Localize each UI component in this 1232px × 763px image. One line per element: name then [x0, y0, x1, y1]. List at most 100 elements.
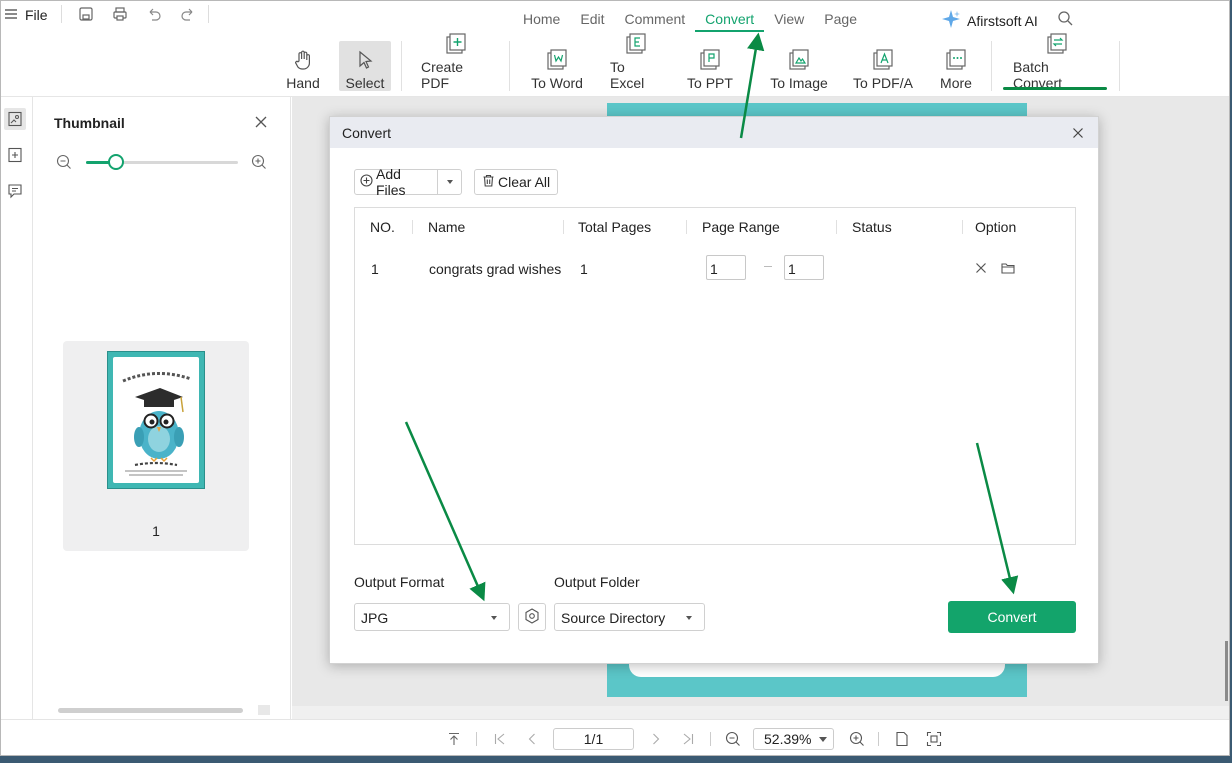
add-files-button[interactable]: Add Files	[354, 166, 462, 198]
to-word-button[interactable]: To Word	[523, 41, 591, 91]
output-format-value: JPG	[361, 610, 389, 626]
ai-assistant-button[interactable]: Afirstsoft AI	[941, 9, 1038, 32]
row-total-pages: 1	[580, 261, 588, 277]
hand-tool-button[interactable]: Hand	[279, 41, 327, 91]
add-files-label: Add Files	[376, 166, 406, 198]
page-range-start-input[interactable]	[706, 255, 746, 280]
bookmark-panel-icon[interactable]	[4, 144, 26, 166]
divider	[476, 732, 477, 746]
to-image-label: To Image	[770, 75, 828, 91]
column-header-status: Status	[852, 219, 892, 235]
to-ppt-button[interactable]: To PPT	[681, 41, 739, 91]
horizontal-scroll-area	[292, 706, 1229, 719]
ai-assistant-label: Afirstsoft AI	[967, 12, 1038, 29]
page-range-end-input[interactable]	[784, 255, 824, 280]
output-format-select[interactable]: JPG	[354, 603, 510, 631]
thumbnail-panel-icon[interactable]	[4, 108, 26, 130]
more-formats-label: More	[940, 75, 972, 91]
zoom-out-icon[interactable]	[56, 154, 72, 173]
create-pdf-button[interactable]: Create PDF	[415, 33, 497, 91]
page-number-input[interactable]: 1/1	[553, 728, 634, 750]
tab-edit[interactable]: Edit	[570, 1, 614, 31]
search-icon[interactable]	[1057, 10, 1073, 29]
divider	[878, 732, 879, 746]
add-files-dropdown[interactable]	[438, 180, 461, 184]
quick-access-toolbar	[75, 3, 199, 25]
tab-comment[interactable]: Comment	[614, 1, 695, 31]
to-pdfa-label: To PDF/A	[853, 75, 913, 91]
zoom-in-icon[interactable]	[251, 154, 267, 173]
divider	[509, 41, 510, 91]
last-page-icon[interactable]	[679, 730, 697, 748]
save-icon[interactable]	[75, 3, 97, 25]
to-excel-button[interactable]: To Excel	[604, 33, 668, 91]
page-thumbnail[interactable]: 1	[63, 341, 249, 551]
side-rail	[1, 97, 33, 719]
first-page-icon[interactable]	[491, 730, 509, 748]
select-tool-label: Select	[345, 75, 385, 91]
scrollbar-corner	[258, 705, 270, 715]
vertical-scrollbar[interactable]	[1225, 641, 1228, 701]
row-file-name: congrats grad wishes	[429, 261, 562, 277]
file-list-table: NO. Name Total Pages Page Range Status O…	[354, 207, 1076, 545]
settings-icon	[524, 607, 540, 627]
chevron-down-icon	[491, 616, 497, 620]
dialog-header: Convert	[330, 117, 1098, 148]
sparkle-icon	[941, 9, 961, 32]
cursor-icon	[353, 48, 377, 72]
trash-icon	[482, 174, 495, 190]
redo-icon[interactable]	[177, 3, 199, 25]
comment-panel-icon[interactable]	[4, 180, 26, 202]
to-excel-label: To Excel	[610, 59, 645, 91]
to-pdfa-button[interactable]: To PDF/A	[847, 41, 919, 91]
remove-file-icon[interactable]	[975, 261, 987, 277]
create-pdf-icon	[444, 32, 468, 56]
format-settings-button[interactable]	[518, 603, 546, 631]
excel-file-icon	[624, 32, 648, 56]
next-page-icon[interactable]	[647, 730, 665, 748]
thumbnail-panel-title: Thumbnail	[54, 115, 125, 131]
clear-all-button[interactable]: Clear All	[474, 169, 559, 195]
fit-screen-icon[interactable]	[925, 730, 943, 748]
convert-button[interactable]: Convert	[948, 601, 1076, 633]
undo-icon[interactable]	[143, 3, 165, 25]
annotation-underline	[1003, 87, 1107, 90]
hamburger-icon	[5, 7, 17, 23]
more-formats-button[interactable]: More	[933, 41, 979, 91]
scroll-to-top-icon[interactable]	[445, 730, 463, 748]
previous-page-icon[interactable]	[523, 730, 541, 748]
divider	[991, 41, 992, 91]
single-page-view-icon[interactable]	[893, 730, 911, 748]
tab-view[interactable]: View	[764, 1, 814, 31]
folder-icon[interactable]	[1001, 261, 1015, 277]
batch-convert-button[interactable]: Batch Convert	[1007, 33, 1107, 91]
to-image-button[interactable]: To Image	[763, 41, 835, 91]
close-icon[interactable]	[1072, 126, 1084, 142]
file-menu-button[interactable]: File	[5, 5, 48, 25]
output-folder-select[interactable]: Source Directory	[554, 603, 705, 631]
select-tool-button[interactable]: Select	[339, 41, 391, 91]
column-divider	[686, 220, 687, 234]
close-icon[interactable]	[254, 115, 268, 132]
create-pdf-label: Create PDF	[421, 59, 464, 91]
zoom-in-icon[interactable]	[848, 730, 866, 748]
horizontal-scrollbar[interactable]	[58, 708, 243, 713]
thumbnail-panel: Thumbnail 1	[34, 97, 291, 719]
tab-home[interactable]: Home	[513, 1, 570, 31]
to-ppt-label: To PPT	[687, 75, 733, 91]
slider-handle[interactable]	[108, 154, 124, 170]
output-format-label: Output Format	[354, 574, 445, 590]
column-divider	[962, 220, 963, 234]
print-icon[interactable]	[109, 3, 131, 25]
tab-page[interactable]: Page	[814, 1, 867, 31]
output-folder-value: Source Directory	[561, 610, 666, 626]
tab-convert[interactable]: Convert	[695, 1, 765, 32]
clear-all-label: Clear All	[498, 174, 551, 190]
zoom-out-icon[interactable]	[724, 730, 742, 748]
zoom-level-select[interactable]: 52.39%	[753, 728, 834, 750]
column-header-total-pages: Total Pages	[578, 219, 652, 235]
app-window: File Home Edit Comment Convert View Page	[0, 0, 1230, 756]
column-divider	[563, 220, 564, 234]
add-circle-icon	[360, 174, 373, 190]
hand-tool-label: Hand	[286, 75, 320, 91]
